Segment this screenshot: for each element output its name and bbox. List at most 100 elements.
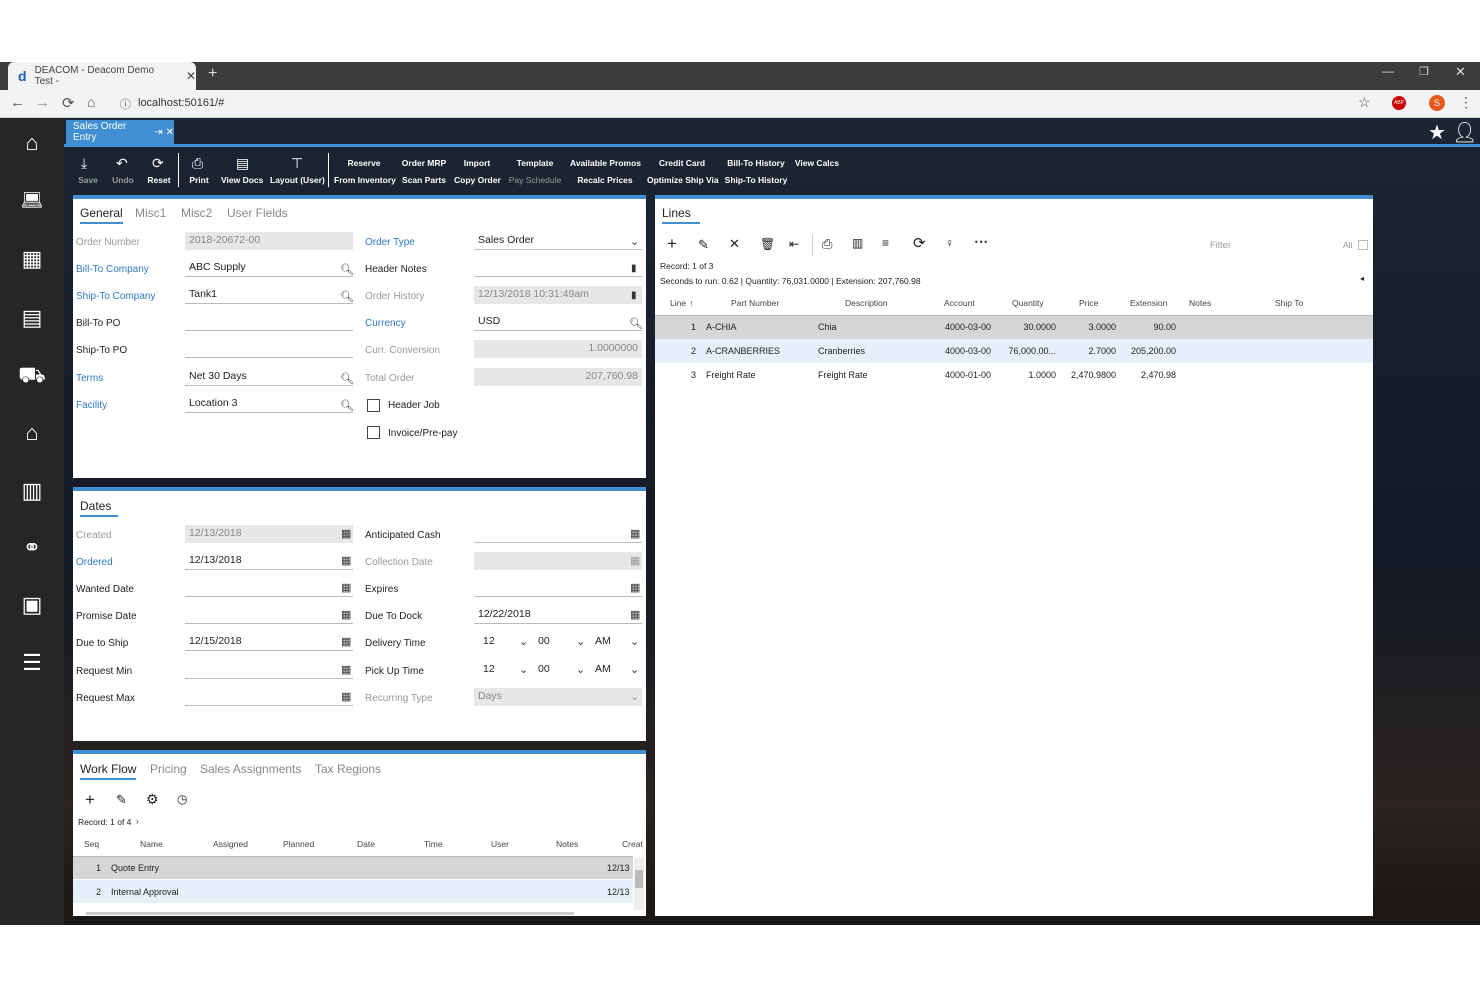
- browser-tab[interactable]: d DEACOM - Deacom Demo Test - ✕: [8, 62, 196, 90]
- column-header-part-number[interactable]: Part Number: [731, 298, 779, 308]
- collapse-icon[interactable]: ◂: [1360, 274, 1364, 283]
- view-calcs-button[interactable]: View Calcs: [793, 158, 841, 168]
- calendar-icon[interactable]: ▦: [630, 608, 640, 621]
- copy-order-button[interactable]: Copy Order: [454, 175, 501, 185]
- scan-parts-button[interactable]: Scan Parts: [400, 175, 448, 185]
- all-checkbox[interactable]: [1358, 240, 1368, 250]
- new-tab-icon[interactable]: +: [208, 65, 217, 83]
- sales-chart-icon[interactable]: ▦: [0, 246, 64, 272]
- history-icon[interactable]: ◷: [177, 792, 187, 806]
- credit-card-button[interactable]: Credit Card: [647, 158, 717, 168]
- import-button[interactable]: Import: [454, 158, 500, 168]
- minimize-icon[interactable]: —: [1382, 64, 1394, 78]
- order-mrp-button[interactable]: Order MRP: [400, 158, 448, 168]
- tab-sales-assignments[interactable]: Sales Assignments: [200, 762, 301, 776]
- anticipated-cash-field[interactable]: [474, 525, 642, 543]
- add-icon[interactable]: +: [667, 234, 677, 254]
- chevron-down-icon[interactable]: ⌄: [630, 663, 639, 676]
- column-header-date[interactable]: Date: [357, 839, 375, 849]
- due-to-ship-field[interactable]: 12/15/2018: [185, 633, 353, 651]
- close-form-icon[interactable]: ✕: [166, 127, 174, 138]
- horizontal-scrollbar[interactable]: [86, 912, 574, 915]
- chevron-down-icon[interactable]: ⌄: [576, 663, 585, 676]
- lightbulb-icon[interactable]: ♀: [945, 236, 954, 250]
- search-icon[interactable]: 🔍︎: [340, 263, 354, 276]
- header-notes-field[interactable]: [474, 259, 642, 277]
- column-header-quantity[interactable]: Quantity: [1012, 298, 1044, 308]
- tab-misc1[interactable]: Misc1: [135, 206, 166, 220]
- column-header-price[interactable]: Price: [1079, 298, 1098, 308]
- terms-label[interactable]: Terms: [76, 373, 103, 384]
- save-button[interactable]: Save: [72, 175, 104, 185]
- column-header-notes[interactable]: Notes: [1189, 298, 1211, 308]
- column-header-user[interactable]: User: [491, 839, 509, 849]
- calendar-icon[interactable]: ▦: [341, 608, 351, 621]
- document-search-icon[interactable]: ▤: [0, 305, 64, 331]
- close-tab-icon[interactable]: ✕: [186, 69, 196, 83]
- print-button[interactable]: Print: [183, 175, 215, 185]
- column-header-extension[interactable]: Extension: [1130, 298, 1167, 308]
- chevron-down-icon[interactable]: ⌄: [630, 235, 639, 248]
- database-icon[interactable]: ☰: [0, 650, 64, 676]
- undo-button[interactable]: Undo: [107, 175, 139, 185]
- notes-icon[interactable]: ▮: [631, 263, 637, 274]
- ordered-label[interactable]: Ordered: [76, 557, 113, 568]
- ship-to-po-field[interactable]: [185, 340, 353, 358]
- request-min-field[interactable]: [185, 661, 353, 679]
- from-inventory-button[interactable]: From Inventory: [334, 175, 396, 185]
- ship-to-company-field[interactable]: Tank1: [185, 286, 353, 304]
- column-header-line[interactable]: Line: [670, 298, 686, 308]
- browser-menu-icon[interactable]: ⋮: [1459, 94, 1473, 111]
- column-header-time[interactable]: Time: [424, 839, 443, 849]
- handshake-icon[interactable]: ⚭: [0, 535, 64, 561]
- request-max-field[interactable]: [185, 688, 353, 706]
- column-header-notes[interactable]: Notes: [556, 839, 578, 849]
- chevron-down-icon[interactable]: ⌄: [630, 635, 639, 648]
- due-to-dock-field[interactable]: 12/22/2018: [474, 606, 642, 624]
- column-header-description[interactable]: Description: [845, 298, 888, 308]
- layout-button[interactable]: Layout (User): [270, 175, 325, 185]
- forward-icon[interactable]: →: [35, 94, 50, 111]
- calendar-icon[interactable]: ▦: [341, 663, 351, 676]
- view-docs-button[interactable]: View Docs: [221, 175, 263, 185]
- add-icon[interactable]: +: [85, 790, 95, 810]
- tab-user-fields[interactable]: User Fields: [227, 206, 288, 220]
- bookmark-star-icon[interactable]: ☆: [1358, 94, 1371, 111]
- column-header-account[interactable]: Account: [944, 298, 975, 308]
- ship-to-history-button[interactable]: Ship-To History: [724, 175, 788, 185]
- promise-date-field[interactable]: [185, 606, 353, 624]
- chevron-down-icon[interactable]: ⌄: [519, 663, 528, 676]
- tab-pricing[interactable]: Pricing: [150, 762, 187, 776]
- filter-input[interactable]: Filter: [1210, 240, 1231, 251]
- more-icon[interactable]: ⋯: [974, 233, 988, 250]
- chevron-down-icon[interactable]: ⌄: [519, 635, 528, 648]
- scrollbar-thumb[interactable]: [635, 870, 643, 888]
- back-icon[interactable]: ←: [10, 94, 25, 111]
- tab-general[interactable]: General: [80, 206, 123, 224]
- tab-misc2[interactable]: Misc2: [181, 206, 212, 220]
- column-header-seq[interactable]: Seq: [84, 839, 99, 849]
- print-icon[interactable]: ⎙: [822, 236, 832, 252]
- search-icon[interactable]: 🔍︎: [340, 372, 354, 385]
- delete-icon[interactable]: 🗑︎: [760, 237, 775, 251]
- recalc-prices-button[interactable]: Recalc Prices: [570, 175, 640, 185]
- invoice-prepay-checkbox[interactable]: [367, 426, 380, 439]
- calendar-icon[interactable]: ▦: [341, 635, 351, 648]
- calendar-icon[interactable]: ▦: [630, 527, 640, 540]
- reload-icon[interactable]: ⟳: [62, 94, 75, 112]
- url-field[interactable]: localhost:50161/#: [138, 97, 224, 109]
- filter-icon[interactable]: ≡: [882, 236, 889, 250]
- calendar-icon[interactable]: ▦: [341, 554, 351, 567]
- list-outdent-icon[interactable]: ⇤: [789, 237, 799, 251]
- template-button[interactable]: Template: [508, 158, 562, 168]
- bill-to-company-field[interactable]: ABC Supply: [185, 259, 353, 277]
- expires-field[interactable]: [474, 579, 642, 597]
- optimize-ship-via-button[interactable]: Optimize Ship Via: [647, 175, 719, 185]
- order-type-label[interactable]: Order Type: [365, 237, 415, 248]
- facility-label[interactable]: Facility: [76, 400, 107, 411]
- terms-field[interactable]: Net 30 Days: [185, 368, 353, 386]
- column-header-assigned[interactable]: Assigned: [213, 839, 248, 849]
- notes-icon[interactable]: ▮: [631, 290, 637, 301]
- currency-field[interactable]: USD: [474, 313, 642, 331]
- header-job-checkbox[interactable]: [367, 399, 380, 412]
